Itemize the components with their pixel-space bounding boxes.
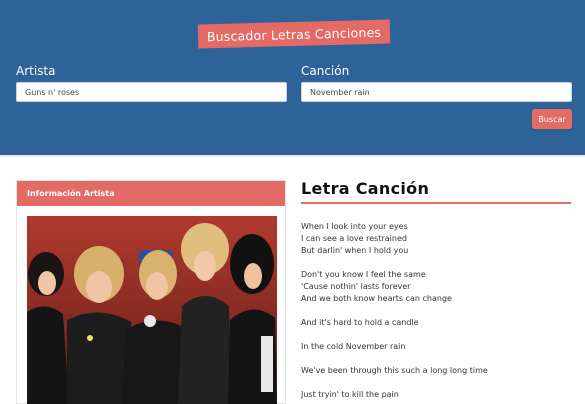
artist-info-title: Información Artista xyxy=(17,181,285,206)
artist-info-card: Información Artista xyxy=(16,180,286,404)
lyrics-line: 'Cause nothin' lasts forever xyxy=(301,282,411,291)
song-label: Canción xyxy=(301,64,350,78)
lyrics-title: Letra Canción xyxy=(301,179,430,198)
lyrics-line: Don't you know I feel the same xyxy=(301,270,426,279)
lyrics-line: And we both know hearts can change xyxy=(301,294,452,303)
lyrics-line: In the cold November rain xyxy=(301,342,406,351)
song-input[interactable] xyxy=(301,82,572,102)
lyrics-line: We've been through this such a long long… xyxy=(301,366,488,375)
header: Buscador Letras Canciones Artista Canció… xyxy=(0,0,585,155)
search-button[interactable]: Buscar xyxy=(532,109,572,129)
artist-input[interactable] xyxy=(16,82,287,102)
lyrics-line: I can see a love restrained xyxy=(301,234,407,243)
lyrics-line: Just tryin' to kill the pain xyxy=(301,390,399,399)
lyrics-line: And it's hard to hold a candle xyxy=(301,318,419,327)
brand-banner-wrap: Buscador Letras Canciones xyxy=(197,19,391,49)
lyrics-line: When I look into your eyes xyxy=(301,222,408,231)
band-photo xyxy=(27,216,277,404)
lyrics-title-underline xyxy=(301,202,571,204)
lyrics-line: But darlin' when I hold you xyxy=(301,246,409,255)
artist-label: Artista xyxy=(16,64,56,78)
app-title: Buscador Letras Canciones xyxy=(197,19,391,49)
section-divider xyxy=(0,155,585,157)
